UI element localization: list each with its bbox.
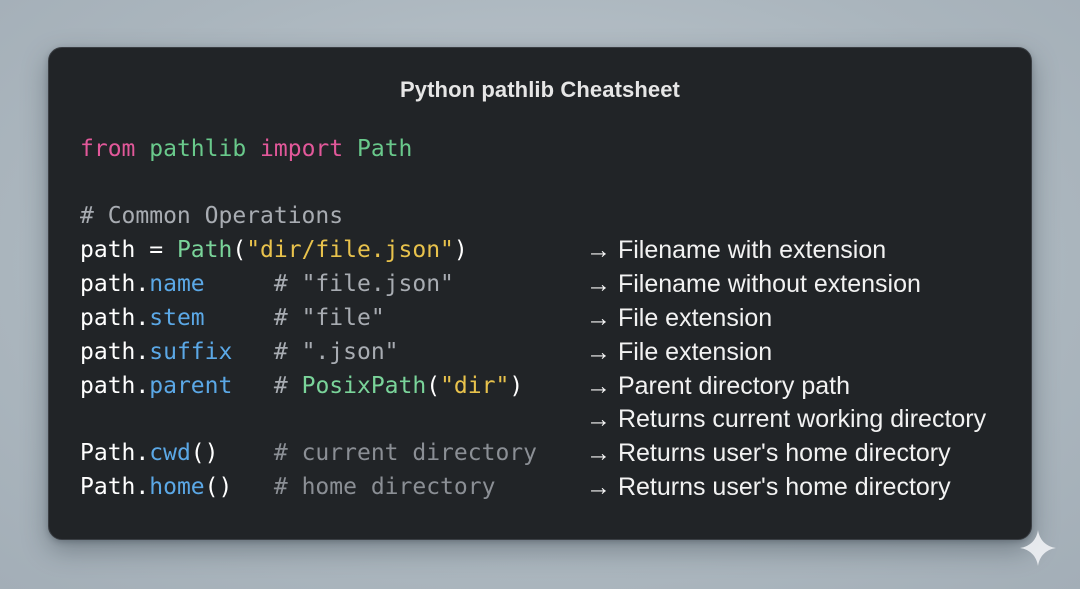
note-item: → Returns user's home directory (586, 439, 951, 467)
code-call-parens: () (204, 474, 233, 500)
code-attribute: home (149, 474, 205, 500)
note-item: → Filename without extension (586, 270, 921, 298)
code-padding (219, 440, 274, 466)
code-comment-call: PosixPath (301, 373, 427, 399)
code-line-suffix: path.suffix # ".json" (80, 335, 399, 369)
code-comment-string: "dir" (440, 373, 510, 399)
note-item: → File extension (586, 338, 773, 366)
note-item: → Returns user's home directory (586, 473, 951, 501)
from-keyword: from (80, 136, 136, 162)
code-paren-close: ) (509, 373, 524, 399)
code-line-parent: path.parent # PosixPath("dir") (80, 369, 523, 403)
code-line-path-assign: path = Path("dir/file.json") (80, 233, 468, 267)
imported-name: Path (357, 136, 413, 162)
module-name: pathlib (149, 136, 247, 162)
note-item: → Returns current working directory (586, 405, 987, 433)
code-object: Path. (80, 474, 150, 500)
code-padding (205, 305, 274, 331)
code-line-cwd: Path.cwd() # current directory (80, 436, 537, 470)
code-padding (232, 474, 274, 500)
code-attribute: suffix (149, 339, 233, 365)
code-object: path. (80, 373, 150, 399)
code-comment: # "file" (273, 305, 385, 331)
code-comment: # ".json" (273, 339, 399, 365)
code-padding (232, 373, 274, 399)
code-object: path. (80, 271, 150, 297)
code-paren-open: ( (232, 237, 247, 263)
code-object: path (80, 237, 136, 263)
code-line-home: Path.home() # home directory (80, 470, 495, 504)
code-comment: # home directory (273, 474, 496, 500)
code-attribute: name (149, 271, 205, 297)
note-item: → Filename with extension (586, 236, 887, 264)
code-paren-open: ( (426, 373, 441, 399)
code-comment: # "file.json" (273, 271, 454, 297)
code-line-name: path.name # "file.json" (80, 267, 454, 301)
code-padding (232, 339, 274, 365)
section-comment: # Common Operations (80, 203, 344, 229)
sparkle-icon (1020, 530, 1056, 566)
code-line-stem: path.stem # "file" (80, 301, 385, 335)
code-attribute: stem (149, 305, 205, 331)
code-object: path. (80, 305, 150, 331)
code-string: "dir/file.json" (246, 237, 454, 263)
code-padding (205, 271, 274, 297)
code-object: path. (80, 339, 150, 365)
code-call-parens: () (190, 440, 219, 466)
import-line: from pathlib import Path (80, 132, 412, 166)
code-call: Path (176, 237, 233, 263)
import-keyword: import (260, 136, 344, 162)
code-comment-hash: # (273, 373, 302, 399)
code-object: Path. (80, 440, 150, 466)
note-item: → File extension (586, 304, 773, 332)
page-title: Python pathlib Cheatsheet (400, 77, 680, 102)
code-comment: # current directory (273, 440, 537, 466)
code-attribute: cwd (149, 440, 191, 466)
code-attribute: parent (149, 373, 233, 399)
code-operator: = (135, 237, 177, 263)
note-item: → Parent directory path (586, 372, 851, 400)
code-paren-close: ) (453, 237, 468, 263)
